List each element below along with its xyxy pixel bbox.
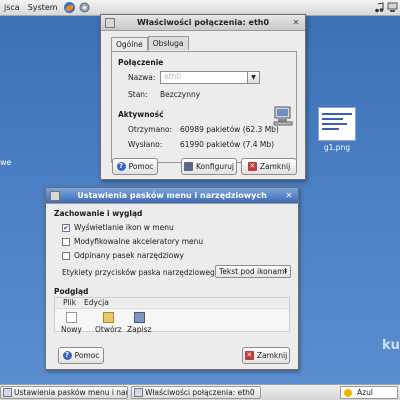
sent-label: Wysłano: [128, 140, 163, 149]
section-preview: Podgląd [54, 287, 89, 296]
settings-icon[interactable] [78, 1, 91, 14]
preview-item-label: Nowy [61, 325, 82, 334]
sent-value: 61990 pakietów (7.4 Mb) [180, 140, 275, 149]
desktop-icon-label: we [0, 158, 12, 167]
folder-icon [102, 312, 114, 323]
checkbox-unchecked[interactable] [62, 251, 70, 260]
firefox-icon[interactable] [63, 1, 76, 14]
state-value: Bezczynny [160, 90, 201, 99]
titlebar[interactable]: Właściwości połączenia: eth0 ✕ [101, 15, 305, 31]
task-toolbar-settings[interactable]: Ustawienia pasków menu i narzędziowych [0, 386, 128, 399]
name-label: Nazwa: [128, 73, 156, 82]
sun-icon [344, 389, 352, 397]
weather-applet[interactable]: Azul [340, 386, 398, 399]
close-icon: ✕ [247, 162, 257, 171]
checkbox-label: Odpinany pasek narzędziowy [74, 251, 184, 260]
button-labels-label: Etykiety przycisków paska narzędziowego: [62, 268, 222, 277]
section-activity: Aktywność [118, 110, 164, 119]
image-thumbnail [318, 107, 356, 141]
preview-item-label: Zapisz [127, 325, 152, 334]
menu-applications[interactable]: jsca [0, 3, 24, 12]
preview-save-button[interactable]: Zapisz [127, 312, 151, 334]
desktop-logo: ku [382, 338, 400, 353]
toolbar-settings-dialog: Ustawienia pasków menu i narzędziowych ✕… [45, 187, 299, 370]
task-label: Ustawienia pasków menu i narzędziowych [14, 388, 128, 397]
weather-label: Azul [357, 388, 373, 397]
checkbox-editable-accels[interactable]: Modyfikowalne akceleratory menu [62, 237, 203, 246]
task-connection-properties[interactable]: Właściwości połączenia: eth0 [131, 386, 261, 399]
help-button[interactable]: ? Pomoc [112, 158, 158, 175]
taskbar: Ustawienia pasków menu i narzędziowych W… [0, 384, 400, 400]
window-menu-icon[interactable] [105, 18, 115, 28]
close-icon: ✕ [244, 351, 254, 360]
network-computer-icon [272, 105, 294, 127]
preview-open-button[interactable]: Otwórz [95, 312, 122, 334]
help-button-label: Pomoc [74, 351, 100, 360]
close-button[interactable]: ✕ Zamknij [242, 347, 290, 364]
received-label: Otrzymano: [128, 125, 173, 134]
window-icon [3, 388, 12, 397]
preview-panel: Plik Edycja Nowy Otwórz Zapisz [54, 297, 290, 334]
help-button[interactable]: ? Pomoc [58, 347, 104, 364]
desktop-file-label: g1.png [323, 143, 351, 152]
section-behavior: Zachowanie i wygląd [54, 209, 143, 218]
window-icon [134, 388, 143, 397]
task-label: Właściwości połączenia: eth0 [145, 388, 255, 397]
checkbox-unchecked[interactable] [62, 237, 70, 246]
state-label: Stan: [128, 90, 148, 99]
preview-new-button[interactable]: Nowy [61, 312, 82, 334]
window-title: Właściwości połączenia: eth0 [136, 18, 270, 27]
chevron-down-icon[interactable]: ▼ [247, 72, 259, 83]
tab-general[interactable]: Ogólne [111, 37, 148, 51]
help-icon: ? [116, 162, 126, 171]
save-icon [133, 312, 145, 323]
titlebar[interactable]: Ustawienia pasków menu i narzędziowych ✕ [46, 188, 298, 204]
received-value: 60989 pakietów (62.3 Mb) [180, 125, 279, 134]
configure-button[interactable]: Konfiguruj [181, 158, 237, 175]
checkbox-label: Modyfikowalne akceleratory menu [74, 237, 204, 246]
tab-service[interactable]: Obsługa [147, 36, 189, 50]
desktop-file-icon[interactable]: g1.png [316, 107, 358, 152]
button-labels-select[interactable]: Tekst pod ikonami ⬍ [215, 265, 291, 278]
checkbox-detachable-toolbar[interactable]: Odpinany pasek narzędziowy [62, 251, 184, 260]
close-button-label: Zamknij [256, 351, 288, 360]
section-connection: Połączenie [118, 58, 164, 67]
button-labels-value: Tekst pod ikonami [219, 267, 287, 276]
chevron-updown-icon: ⬍ [282, 268, 288, 275]
preview-menubar: Plik Edycja [55, 298, 289, 309]
close-button[interactable]: ✕ Zamknij [241, 158, 297, 175]
window-menu-icon[interactable] [50, 191, 60, 201]
configure-button-label: Konfiguruj [195, 162, 235, 171]
dialog-title: Ustawienia pasków menu i narzędziowych [77, 191, 267, 200]
wrench-icon [183, 162, 193, 171]
help-button-label: Pomoc [128, 162, 154, 171]
tab-panel-general: Połączenie Nazwa: eth0 ▼ Stan: Bezczynny… [111, 51, 297, 163]
connection-properties-window: Właściwości połączenia: eth0 ✕ Ogólne Ob… [100, 14, 306, 180]
close-icon[interactable]: ✕ [284, 191, 294, 201]
new-document-icon [65, 312, 77, 323]
checkbox-label: Wyświetlanie ikon w menu [74, 223, 174, 232]
music-note-icon[interactable] [374, 2, 385, 13]
close-icon[interactable]: ✕ [291, 18, 301, 28]
preview-item-label: Otwórz [95, 325, 122, 334]
help-icon: ? [62, 351, 72, 360]
network-icon[interactable] [387, 2, 398, 13]
checkbox-checked[interactable]: ✔ [62, 223, 70, 232]
checkbox-show-icons[interactable]: ✔ Wyświetlanie ikon w menu [62, 223, 174, 232]
menu-system[interactable]: System [24, 3, 62, 12]
name-value: eth0 [164, 72, 182, 81]
name-combobox[interactable]: eth0 ▼ [160, 71, 260, 84]
preview-menu-edit[interactable]: Edycja [84, 298, 109, 308]
preview-menu-file[interactable]: Plik [63, 298, 76, 308]
close-button-label: Zamknij [259, 162, 291, 171]
